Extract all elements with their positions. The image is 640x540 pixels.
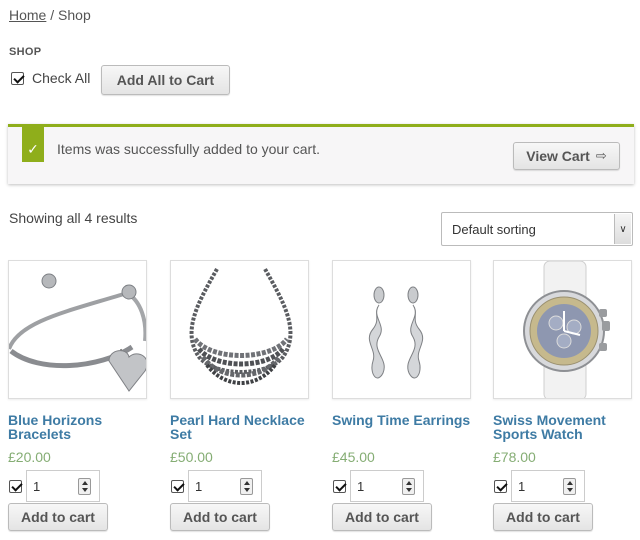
product-card: Swiss Movement Sports Watch £78.00 1 Add… bbox=[493, 260, 633, 531]
necklace-image[interactable] bbox=[170, 260, 309, 399]
earrings-image[interactable] bbox=[332, 260, 471, 399]
sorting-select[interactable]: Default sorting ∨ bbox=[441, 212, 633, 246]
spinner-icon[interactable] bbox=[563, 478, 576, 495]
quantity-value: 1 bbox=[357, 479, 365, 494]
check-all-label: Check All bbox=[32, 70, 91, 86]
spinner-icon[interactable] bbox=[240, 478, 253, 495]
check-all-control[interactable]: Check All bbox=[11, 70, 90, 86]
add-to-cart-button[interactable]: Add to cart bbox=[332, 503, 432, 531]
product-name[interactable]: Pearl Hard Necklace Set bbox=[170, 413, 310, 441]
notice-message: Items was successfully added to your car… bbox=[57, 141, 320, 157]
add-all-to-cart-button[interactable]: Add All to Cart bbox=[101, 65, 230, 95]
breadcrumb: Home / Shop bbox=[9, 7, 91, 23]
bracelet-image[interactable] bbox=[8, 260, 147, 399]
product-name[interactable]: Swiss Movement Sports Watch bbox=[493, 413, 633, 441]
view-cart-button[interactable]: View Cart ⇨ bbox=[513, 142, 620, 170]
check-icon: ✓ bbox=[22, 124, 44, 162]
breadcrumb-current: Shop bbox=[58, 7, 91, 23]
product-card: Blue Horizons Bracelets £20.00 1 Add to … bbox=[8, 260, 148, 531]
product-card: Pearl Hard Necklace Set £50.00 1 Add to … bbox=[170, 260, 310, 531]
quantity-value: 1 bbox=[195, 479, 203, 494]
add-to-cart-button[interactable]: Add to cart bbox=[493, 503, 593, 531]
breadcrumb-separator: / bbox=[46, 7, 59, 23]
watch-image[interactable] bbox=[493, 260, 632, 399]
product-price: £50.00 bbox=[170, 449, 213, 465]
spinner-icon[interactable] bbox=[402, 478, 415, 495]
add-to-cart-button[interactable]: Add to cart bbox=[170, 503, 270, 531]
add-to-cart-button[interactable]: Add to cart bbox=[8, 503, 108, 531]
success-notice: ✓ Items was successfully added to your c… bbox=[8, 124, 634, 184]
sorting-selected-value: Default sorting bbox=[452, 222, 536, 237]
quantity-row: 1 bbox=[333, 470, 424, 502]
quantity-value: 1 bbox=[33, 479, 41, 494]
quantity-stepper[interactable]: 1 bbox=[188, 470, 262, 502]
quantity-value: 1 bbox=[518, 479, 526, 494]
spinner-icon[interactable] bbox=[78, 478, 91, 495]
chevron-down-icon[interactable]: ∨ bbox=[614, 214, 631, 244]
product-name[interactable]: Blue Horizons Bracelets bbox=[8, 413, 148, 441]
product-name[interactable]: Swing Time Earrings bbox=[332, 413, 472, 427]
product-price: £45.00 bbox=[332, 449, 375, 465]
quantity-row: 1 bbox=[171, 470, 262, 502]
product-select-checkbox[interactable] bbox=[171, 479, 184, 493]
arrow-right-icon: ⇨ bbox=[595, 148, 607, 163]
section-label: SHOP bbox=[9, 46, 42, 58]
result-count: Showing all 4 results bbox=[9, 210, 138, 226]
quantity-stepper[interactable]: 1 bbox=[350, 470, 424, 502]
product-price: £20.00 bbox=[8, 449, 51, 465]
check-all-checkbox[interactable] bbox=[11, 71, 24, 85]
product-select-checkbox[interactable] bbox=[9, 479, 22, 493]
quantity-row: 1 bbox=[494, 470, 585, 502]
product-select-checkbox[interactable] bbox=[333, 479, 346, 493]
product-card: Swing Time Earrings £45.00 1 Add to cart bbox=[332, 260, 472, 531]
product-price: £78.00 bbox=[493, 449, 536, 465]
quantity-stepper[interactable]: 1 bbox=[26, 470, 100, 502]
view-cart-label: View Cart bbox=[526, 148, 590, 164]
breadcrumb-home-link[interactable]: Home bbox=[9, 7, 46, 23]
product-select-checkbox[interactable] bbox=[494, 479, 507, 493]
quantity-row: 1 bbox=[9, 470, 100, 502]
quantity-stepper[interactable]: 1 bbox=[511, 470, 585, 502]
